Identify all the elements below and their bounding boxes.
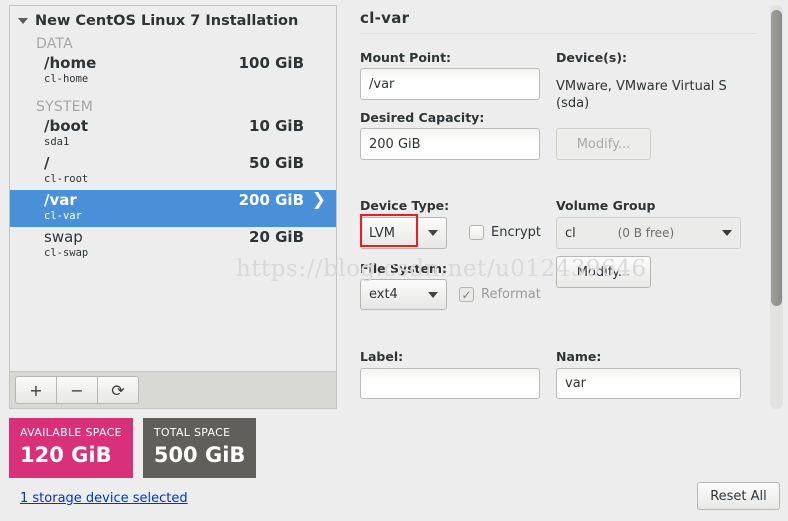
size-label: 100 GiB	[239, 54, 304, 72]
checkbox-box	[469, 225, 484, 240]
volume-group-free-space: (0 B free)	[618, 226, 681, 240]
storage-device-selected-link[interactable]: 1 storage device selected	[20, 491, 188, 506]
group-label-data: DATA	[10, 34, 336, 53]
label-input[interactable]	[360, 368, 540, 399]
desired-capacity-field-label: Desired Capacity:	[360, 110, 484, 125]
available-space-badge: AVAILABLE SPACE 120 GiB	[9, 418, 133, 478]
remove-mount-point-button[interactable]: −	[56, 376, 98, 404]
list-item[interactable]: /home cl-home 100 GiB	[10, 53, 336, 90]
name-field-label: Name:	[556, 349, 601, 364]
device-type-select[interactable]: LVM	[360, 217, 447, 249]
encrypt-label: Encrypt	[491, 225, 541, 240]
chevron-down-icon	[428, 230, 438, 236]
available-space-value: 120 GiB	[20, 442, 122, 468]
volume-group-select[interactable]: cl (0 B free)	[556, 217, 741, 249]
chevron-down-icon	[18, 18, 28, 24]
mount-point-list[interactable]: New CentOS Linux 7 Installation DATA /ho…	[9, 5, 337, 371]
reset-all-label: Reset All	[710, 489, 767, 504]
volume-group-modify-button[interactable]: Modify...	[556, 256, 651, 288]
device-type-value: LVM	[369, 226, 395, 241]
volume-group-modify-label: Modify...	[577, 265, 631, 280]
desired-capacity-input[interactable]: 200 GiB	[360, 128, 540, 160]
title-divider	[360, 33, 756, 34]
volume-group-field-label: Volume Group	[556, 198, 655, 213]
chevron-right-icon: ❯	[312, 192, 326, 209]
reset-all-button[interactable]: Reset All	[697, 482, 780, 510]
add-mount-point-button[interactable]: +	[15, 376, 57, 404]
total-space-badge: TOTAL SPACE 500 GiB	[143, 418, 257, 478]
check-icon: ✓	[461, 288, 471, 302]
refresh-mount-points-button[interactable]: ⟳	[97, 376, 139, 404]
checkbox-box: ✓	[459, 287, 474, 302]
size-label: 10 GiB	[249, 117, 304, 135]
device-type-field-label: Device Type:	[360, 198, 449, 213]
total-space-value: 500 GiB	[154, 442, 246, 468]
name-input[interactable]: var	[556, 368, 741, 399]
mount-point-list-panel: New CentOS Linux 7 Installation DATA /ho…	[9, 5, 337, 409]
mount-point-input[interactable]: /var	[360, 68, 540, 100]
installation-group-title: New CentOS Linux 7 Installation	[35, 13, 298, 29]
device-name-label: cl-var	[44, 210, 336, 223]
list-item[interactable]: /boot sda1 10 GiB	[10, 116, 336, 153]
available-space-caption: AVAILABLE SPACE	[20, 426, 122, 440]
devices-field-label: Device(s):	[556, 50, 627, 65]
mount-point-field-label: Mount Point:	[360, 50, 451, 65]
total-space-caption: TOTAL SPACE	[154, 426, 246, 440]
file-system-field-label: File System:	[360, 261, 447, 276]
encrypt-checkbox[interactable]: Encrypt	[469, 225, 541, 240]
mount-point-toolbar: + − ⟳	[9, 371, 337, 409]
volume-group-value: cl	[565, 226, 576, 241]
list-item[interactable]: / cl-root 50 GiB	[10, 153, 336, 190]
list-item[interactable]: swap cl-swap 20 GiB	[10, 227, 336, 264]
file-system-value: ext4	[369, 287, 398, 302]
reformat-checkbox[interactable]: ✓ Reformat	[459, 287, 541, 302]
devices-modify-button[interactable]: Modify...	[556, 128, 651, 160]
chevron-down-icon	[428, 292, 438, 298]
device-name-label: sda1	[44, 136, 336, 149]
space-summary: AVAILABLE SPACE 120 GiB TOTAL SPACE 500 …	[9, 418, 256, 478]
file-system-select[interactable]: ext4	[360, 279, 447, 310]
device-name-label: cl-swap	[44, 247, 336, 260]
size-label: 20 GiB	[249, 228, 304, 246]
page-title: cl-var	[352, 0, 788, 27]
chevron-down-icon	[722, 230, 732, 236]
group-label-system: SYSTEM	[10, 90, 336, 116]
label-field-label: Label:	[360, 349, 403, 364]
installation-group-header[interactable]: New CentOS Linux 7 Installation	[10, 6, 336, 34]
device-name-label: cl-home	[44, 73, 336, 86]
size-label: 200 GiB	[239, 191, 304, 209]
refresh-icon: ⟳	[111, 381, 124, 400]
size-label: 50 GiB	[249, 154, 304, 172]
device-details-panel: cl-var Mount Point: /var Desired Capacit…	[352, 0, 788, 415]
devices-modify-label: Modify...	[577, 137, 631, 152]
reformat-label: Reformat	[481, 287, 541, 302]
storage-configuration-screen: https://blog.csdn.net/u012439646 New Cen…	[0, 0, 788, 521]
plus-icon: +	[29, 381, 42, 400]
list-item-selected[interactable]: /var cl-var 200 GiB ❯	[10, 190, 336, 227]
minus-icon: −	[70, 381, 83, 400]
device-name-label: cl-root	[44, 173, 336, 186]
details-scrollbar-thumb[interactable]	[771, 10, 782, 306]
devices-value: VMware, VMware Virtual S (sda)	[556, 78, 741, 112]
